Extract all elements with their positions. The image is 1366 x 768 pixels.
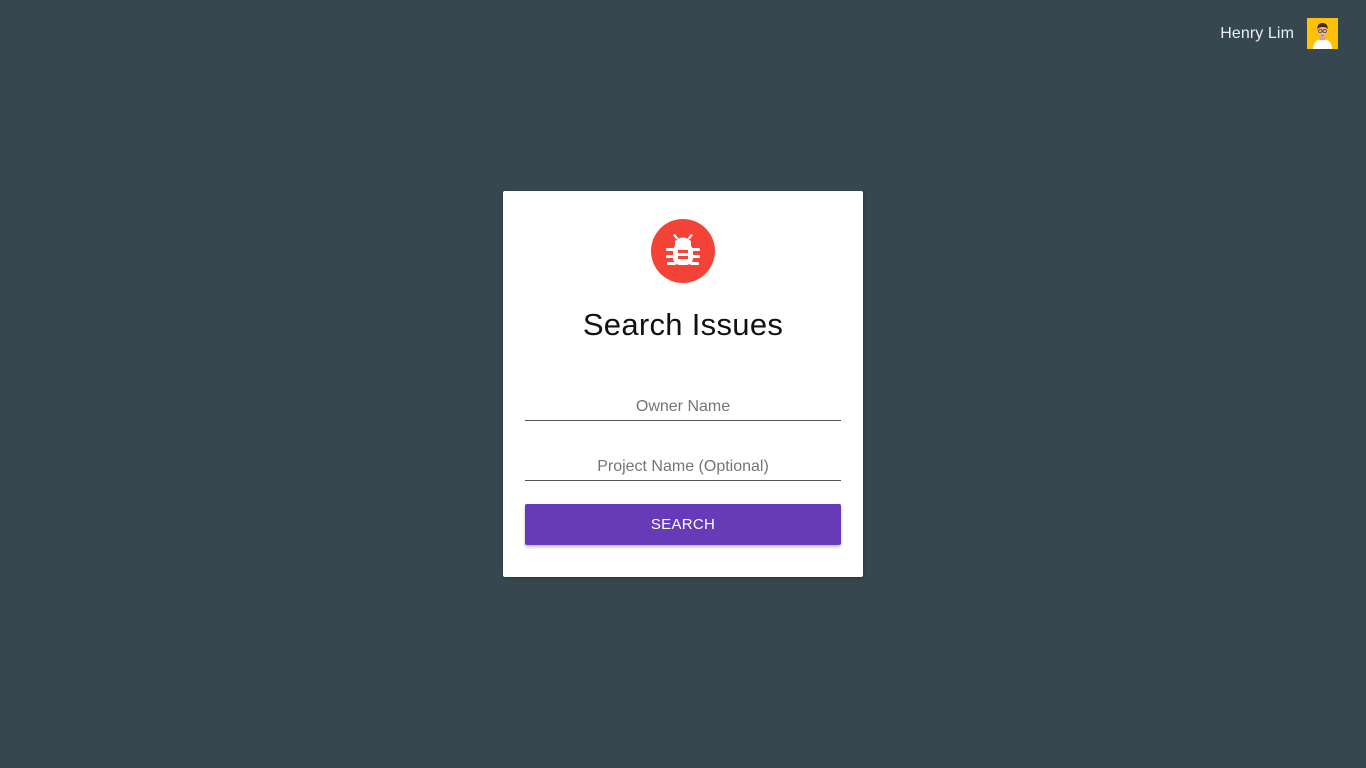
page-title: Search Issues (582, 307, 784, 342)
project-name-input[interactable] (525, 453, 841, 481)
bug-icon (651, 219, 715, 283)
owner-name-input[interactable] (525, 393, 841, 421)
avatar-icon[interactable] (1307, 18, 1338, 49)
user-header: Henry Lim (1220, 18, 1338, 49)
search-button[interactable]: SEARCH (525, 504, 841, 545)
user-name: Henry Lim (1220, 24, 1294, 42)
search-card: Search Issues SEARCH (503, 191, 863, 577)
